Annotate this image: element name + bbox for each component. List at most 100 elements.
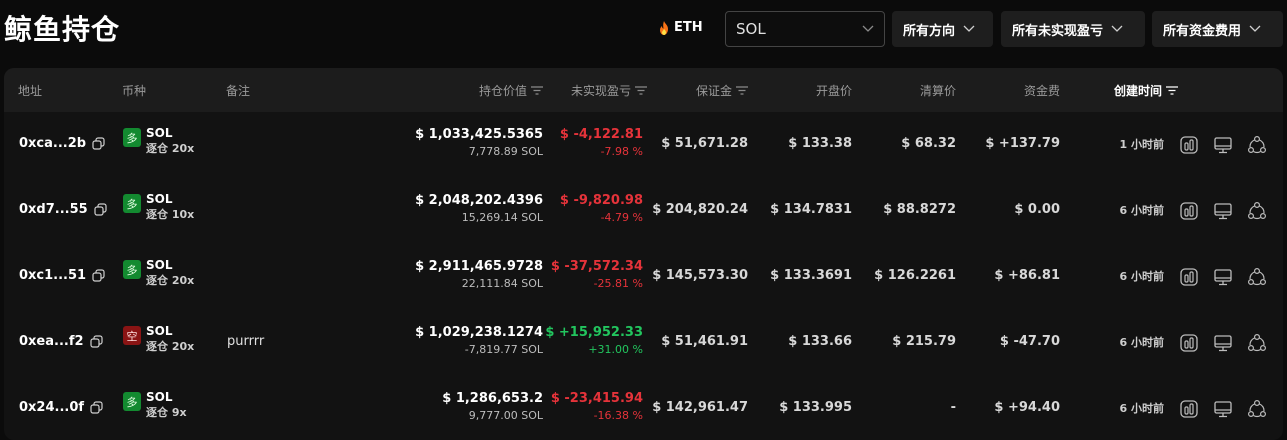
network-icon[interactable]: [1247, 135, 1267, 155]
coin-name: SOL: [146, 126, 173, 140]
coin-cell: 多 SOL 逐仓 20x: [123, 258, 194, 288]
pnl-filter-label: 所有未实现盈亏: [1012, 23, 1104, 39]
side-badge: 多: [123, 260, 141, 279]
open-price: $ 133.995: [779, 400, 852, 415]
col-liq-price: 清算价: [919, 84, 956, 98]
copy-icon[interactable]: [92, 137, 105, 150]
table-header: 地址 币种 备注 持仓价值 未实现盈亏 保证金 开盘价 清算价 资金费 创建时间: [4, 68, 1283, 112]
position-size: 7,778.89 SOL: [468, 145, 543, 158]
eth-label: ETH: [674, 20, 703, 35]
copy-icon[interactable]: [94, 203, 107, 216]
position-value: $ 1,033,425.5365 7,778.89 SOL: [415, 126, 543, 159]
col-margin[interactable]: 保证金: [696, 82, 748, 99]
sort-icon: [635, 86, 647, 95]
address-text[interactable]: 0xea...f2: [19, 334, 84, 349]
sort-icon: [736, 86, 748, 95]
table-row[interactable]: 0xea...f2 空 SOL 逐仓 20x purrrr $ 1,029,23…: [4, 310, 1283, 376]
liq-price: $ 215.79: [892, 334, 956, 349]
chart-icon[interactable]: [1179, 135, 1199, 155]
copy-icon[interactable]: [92, 269, 105, 282]
address-text[interactable]: 0xc1...51: [19, 268, 86, 283]
funding-filter[interactable]: 所有资金费用: [1152, 11, 1283, 47]
copy-icon[interactable]: [89, 335, 103, 348]
value-usd: $ 1,029,238.1274: [415, 325, 543, 340]
side-badge: 空: [123, 326, 141, 345]
open-price: $ 133.38: [788, 136, 852, 151]
funding-fee: $ +137.79: [985, 136, 1060, 151]
chevron-down-icon: [1249, 25, 1261, 32]
created-time: 6 小时前: [1119, 204, 1164, 217]
address-text[interactable]: 0xca...2b: [19, 136, 86, 151]
coin-name: SOL: [146, 258, 173, 272]
copy-icon[interactable]: [90, 401, 103, 414]
coin-cell: 多 SOL 逐仓 10x: [123, 192, 194, 222]
position-size: -7,819.77 SOL: [464, 343, 543, 356]
chevron-down-icon: [963, 25, 975, 32]
col-pnl[interactable]: 未实现盈亏: [571, 82, 647, 99]
pnl-percent: -25.81 %: [593, 277, 643, 290]
monitor-icon[interactable]: [1213, 399, 1233, 419]
address-text[interactable]: 0x24...0f: [19, 400, 84, 415]
table-row[interactable]: 0xd7...55 多 SOL 逐仓 10x $ 2,048,202.4396 …: [4, 178, 1283, 244]
margin-value: $ 204,820.24: [652, 202, 748, 217]
row-actions: [1179, 201, 1267, 221]
direction-filter-label: 所有方向: [903, 23, 956, 39]
table-row[interactable]: 0xca...2b 多 SOL 逐仓 20x $ 1,033,425.5365 …: [4, 112, 1283, 178]
col-address: 地址: [18, 84, 43, 98]
table-row[interactable]: 0x24...0f 多 SOL 逐仓 9x $ 1,286,653.2 9,77…: [4, 376, 1283, 440]
network-icon[interactable]: [1247, 333, 1267, 353]
value-usd: $ 2,911,465.9728: [415, 259, 543, 274]
row-actions: [1179, 333, 1267, 353]
address-text[interactable]: 0xd7...55: [19, 202, 88, 217]
monitor-icon[interactable]: [1213, 201, 1233, 221]
created-time: 6 小时前: [1119, 402, 1164, 415]
network-icon[interactable]: [1247, 267, 1267, 287]
margin-value: $ 142,961.47: [652, 400, 748, 415]
eth-switch[interactable]: ETH: [658, 20, 703, 35]
col-value[interactable]: 持仓价值: [479, 82, 543, 99]
created-time: 6 小时前: [1119, 270, 1164, 283]
pnl-percent: -4.79 %: [600, 211, 643, 224]
row-actions: [1179, 267, 1267, 287]
created-time: 1 小时前: [1119, 138, 1164, 151]
table-row[interactable]: 0xc1...51 多 SOL 逐仓 20x $ 2,911,465.9728 …: [4, 244, 1283, 310]
pnl-percent: -7.98 %: [600, 145, 643, 158]
created-time: 6 小时前: [1119, 336, 1164, 349]
network-icon[interactable]: [1247, 201, 1267, 221]
monitor-icon[interactable]: [1213, 267, 1233, 287]
address-cell[interactable]: 0x24...0f: [19, 400, 103, 415]
unrealized-pnl: $ +15,952.33 +31.00 %: [545, 324, 643, 357]
monitor-icon[interactable]: [1213, 135, 1233, 155]
unrealized-pnl: $ -23,415.94 -16.38 %: [551, 390, 643, 423]
address-cell[interactable]: 0xca...2b: [19, 136, 105, 151]
direction-filter[interactable]: 所有方向: [892, 11, 993, 47]
col-created[interactable]: 创建时间: [1114, 82, 1178, 99]
position-value: $ 1,286,653.2 9,777.00 SOL: [442, 390, 543, 423]
chart-icon[interactable]: [1179, 201, 1199, 221]
chart-icon[interactable]: [1179, 399, 1199, 419]
network-icon[interactable]: [1247, 399, 1267, 419]
side-badge: 多: [123, 128, 141, 147]
open-price: $ 133.3691: [770, 268, 852, 283]
funding-fee: $ +94.40: [994, 400, 1060, 415]
value-usd: $ 1,286,653.2: [442, 391, 543, 406]
chart-icon[interactable]: [1179, 267, 1199, 287]
chart-icon[interactable]: [1179, 333, 1199, 353]
funding-fee: $ 0.00: [1014, 202, 1060, 217]
liq-price: $ 126.2261: [874, 268, 956, 283]
funding-fee: $ -47.70: [999, 334, 1060, 349]
address-cell[interactable]: 0xc1...51: [19, 268, 105, 283]
pnl-filter[interactable]: 所有未实现盈亏: [1001, 11, 1145, 47]
coin-select[interactable]: SOL: [725, 11, 885, 47]
monitor-icon[interactable]: [1213, 333, 1233, 353]
pnl-amount: $ -23,415.94: [550, 391, 643, 406]
address-cell[interactable]: 0xea...f2: [19, 334, 103, 349]
unrealized-pnl: $ -37,572.34 -25.81 %: [551, 258, 643, 291]
pnl-amount: $ +15,952.33: [545, 325, 643, 340]
sort-icon: [531, 86, 543, 95]
positions-table: 地址 币种 备注 持仓价值 未实现盈亏 保证金 开盘价 清算价 资金费 创建时间…: [4, 68, 1283, 440]
address-cell[interactable]: 0xd7...55: [19, 202, 107, 217]
position-value: $ 2,911,465.9728 22,111.84 SOL: [415, 258, 543, 291]
flame-icon: [660, 20, 668, 35]
funding-filter-label: 所有资金费用: [1163, 23, 1242, 39]
